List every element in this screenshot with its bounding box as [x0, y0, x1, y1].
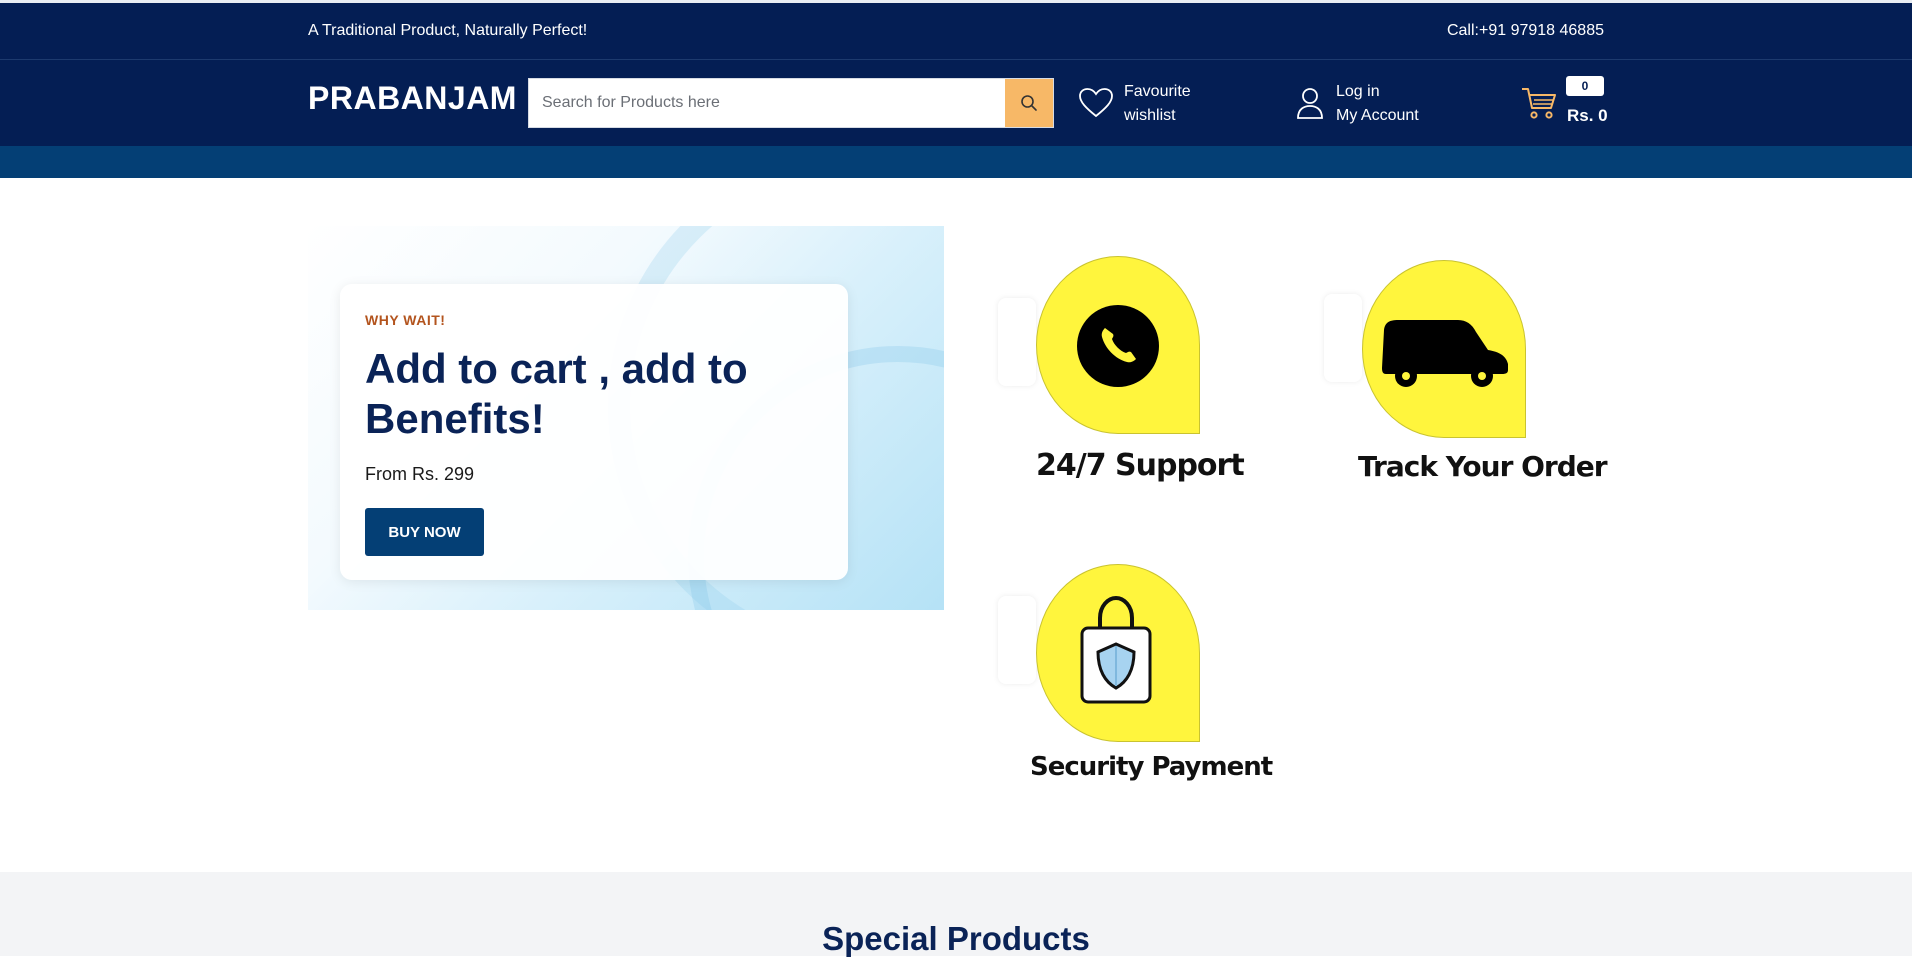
wishlist-link[interactable]: Favourite wishlist [1124, 80, 1191, 128]
wishlist-line1: Favourite [1124, 83, 1191, 100]
feature-tracking: Track Your Order [1324, 260, 1608, 500]
promo-banner: WHY WAIT! Add to cart , add to Benefits!… [308, 226, 944, 610]
search-icon [1021, 95, 1037, 111]
promo-price: From Rs. 299 [365, 464, 475, 484]
feature-support: 24/7 Support [998, 256, 1245, 496]
user-icon[interactable] [1296, 86, 1324, 120]
feature-label: Track Your Order [1358, 450, 1608, 483]
cart-total[interactable]: Rs. 0 [1567, 106, 1608, 126]
main-header: PRABANJAM Favourite wishlist Log in My A… [0, 60, 1912, 146]
shopping-bag-shield-icon [1080, 595, 1152, 704]
feature-tab [998, 596, 1036, 684]
special-products-section: Special Products [0, 872, 1912, 957]
section-title: Special Products [822, 920, 1090, 957]
phone-icon [1077, 305, 1159, 387]
feature-tab [998, 298, 1036, 386]
feature-security: Security Payment [998, 564, 1273, 790]
search-input[interactable] [529, 79, 1005, 127]
search-button[interactable] [1005, 79, 1053, 127]
promo-card: WHY WAIT! Add to cart , add to Benefits!… [340, 284, 848, 580]
top-announcement-bar: A Traditional Product, Naturally Perfect… [0, 0, 1912, 60]
account-line2: My Account [1336, 107, 1419, 124]
account-line1: Log in [1336, 83, 1380, 100]
heart-icon[interactable] [1078, 87, 1114, 119]
feature-label: Security Payment [1030, 752, 1273, 782]
cart-icon[interactable] [1520, 84, 1558, 122]
navigation-strip [0, 146, 1912, 178]
account-link[interactable]: Log in My Account [1336, 80, 1419, 128]
feature-tab [1324, 294, 1362, 382]
contact-phone[interactable]: Call:+91 97918 46885 [1447, 22, 1604, 40]
site-logo[interactable]: PRABANJAM [308, 80, 517, 117]
cart-count-badge: 0 [1566, 76, 1604, 96]
search-bar [528, 78, 1054, 128]
feature-label: 24/7 Support [1036, 448, 1245, 483]
tagline: A Traditional Product, Naturally Perfect… [308, 22, 588, 39]
promo-eyebrow: WHY WAIT! [365, 312, 446, 328]
buy-now-button[interactable]: BUY NOW [365, 508, 484, 556]
wishlist-line2: wishlist [1124, 107, 1176, 124]
promo-title: Add to cart , add to Benefits! [365, 345, 748, 442]
truck-icon [1382, 320, 1508, 387]
